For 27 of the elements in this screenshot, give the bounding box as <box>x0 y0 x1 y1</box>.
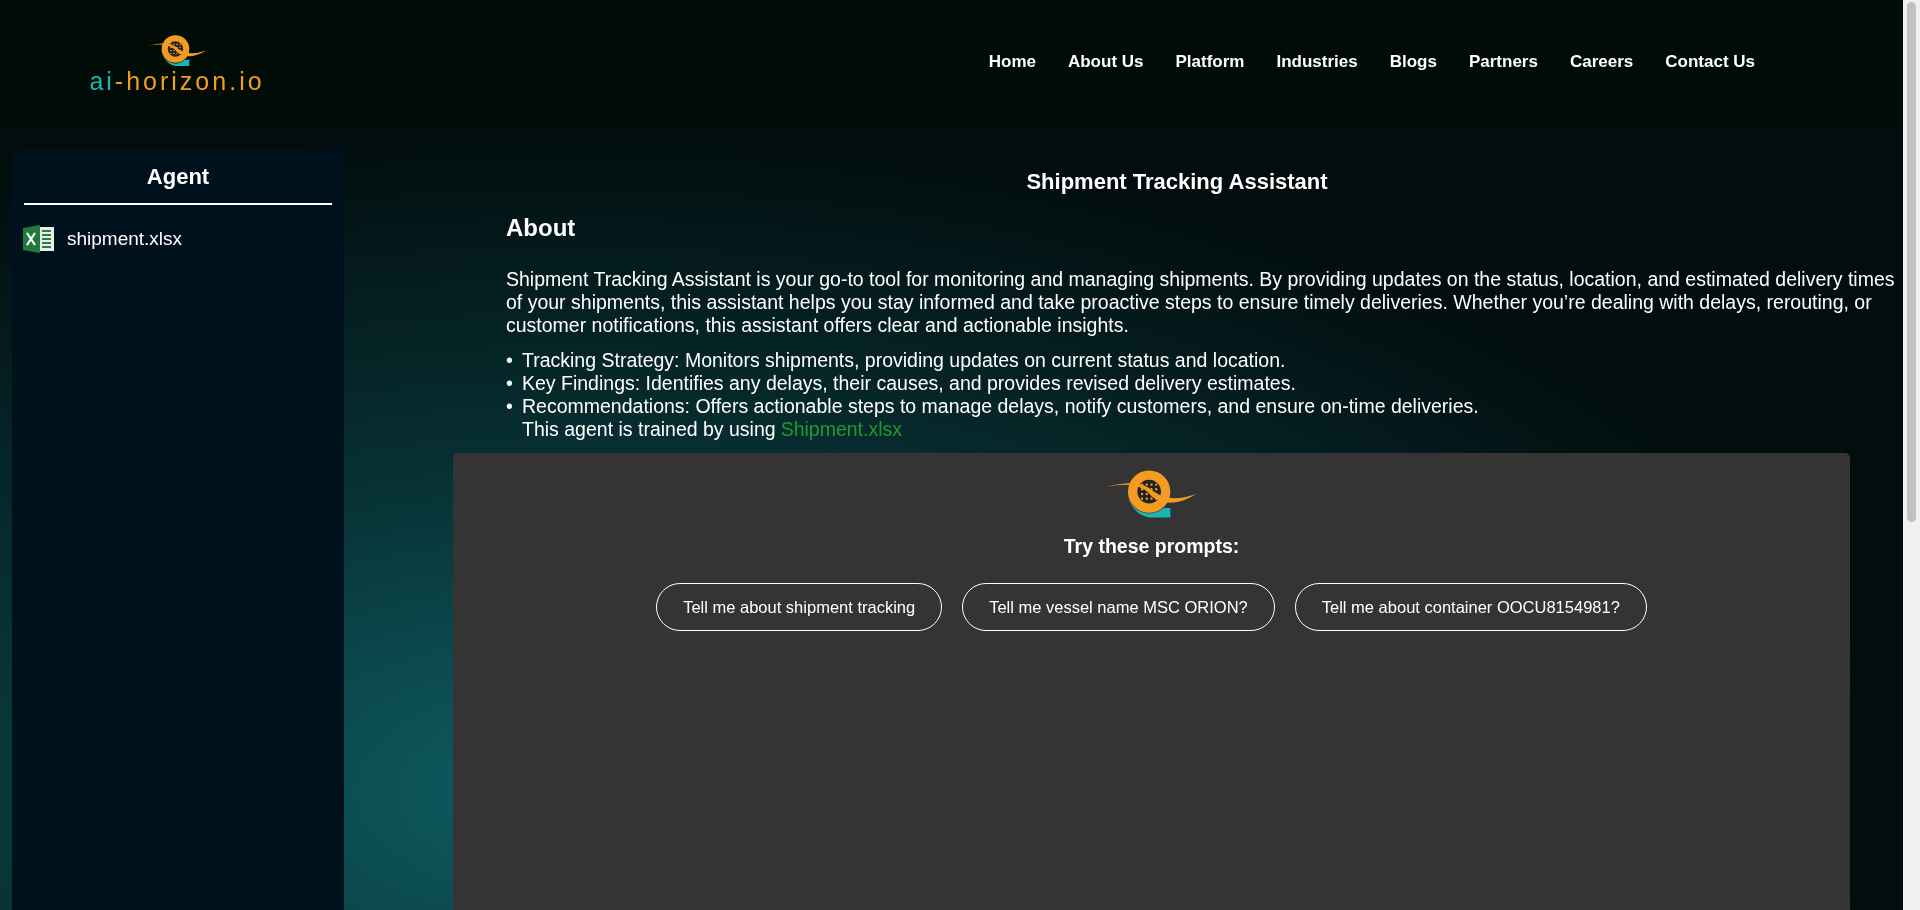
bullet-marker: • <box>506 395 514 418</box>
about-paragraph: Shipment Tracking Assistant is your go-to tool for monitoring and managing shipments. By providing updates on the status, location, and estimated delivery times of your shipments, this assistant helps you stay informed and take proactive steps to ensure timely deliveries. Whether you’re dealing with delays, rerouting, or customer notifications, this assistant offers clear and actionable insights. <box>506 268 1895 337</box>
file-item[interactable]: shipment.xlsx <box>23 225 332 254</box>
nav-link[interactable]: Contact Us <box>1665 48 1755 75</box>
feature-item: Recommendations: Offers actionable steps to manage delays, notify customers, and ensure on-time deliveries. <box>522 395 1479 418</box>
nav-link[interactable]: Partners <box>1468 48 1538 75</box>
nav-link[interactable]: About Us <box>1067 48 1144 75</box>
nav-link[interactable]: Platform <box>1175 48 1245 75</box>
logo-text: -horizon.io <box>114 67 265 96</box>
nav-link[interactable]: Blogs <box>1389 48 1437 75</box>
logo-text: ai <box>89 67 115 96</box>
scrollbar-thumb[interactable] <box>1907 2 1916 522</box>
feature-item: Tracking Strategy: Monitors shipments, providing updates on current status and location. <box>522 349 1286 372</box>
nav-link[interactable]: Careers <box>1569 48 1634 75</box>
prompts-heading: Try these prompts: <box>1063 533 1240 559</box>
about-heading: About <box>506 213 577 243</box>
nav-link[interactable]: Home <box>988 48 1036 75</box>
training-note: This agent is trained by using <box>522 418 776 441</box>
file-link[interactable]: Shipment.xlsx <box>780 418 903 441</box>
scrollbar[interactable] <box>1903 0 1920 910</box>
spreadsheet-icon <box>23 225 55 254</box>
sidebar-title: Agent <box>24 160 332 205</box>
feature-item: Key Findings: Identifies any delays, their causes, and provides revised delivery estimates. <box>522 372 1296 395</box>
bullet-marker: • <box>506 372 514 395</box>
bullet-marker: • <box>506 349 514 372</box>
nav-link[interactable]: Industries <box>1276 48 1358 75</box>
page-title: Shipment Tracking Assistant <box>1025 168 1329 196</box>
